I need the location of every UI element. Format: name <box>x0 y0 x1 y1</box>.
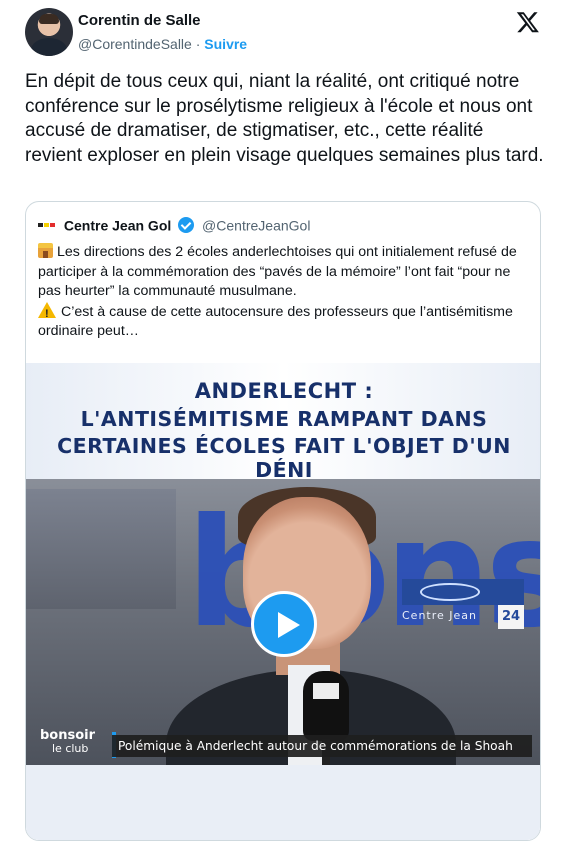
channel-badge: 24 <box>498 605 524 629</box>
show-brand-sub: le club <box>52 742 89 755</box>
verified-badge-icon <box>178 217 195 234</box>
tweet-text: En dépit de tous ceux qui, niant la réal… <box>25 71 544 166</box>
x-logo-icon[interactable] <box>515 10 541 34</box>
headline-line-3: CERTAINES ÉCOLES FAIT L'OBJET D'UN DÉNI <box>57 434 511 482</box>
tweet: Corentin de Salle @CorentindeSalle · Sui… <box>0 0 565 841</box>
video-lower-area <box>26 765 540 840</box>
follow-button[interactable]: Suivre <box>204 36 247 52</box>
author-handle[interactable]: @CorentindeSalle <box>78 36 192 52</box>
quoted-header: Centre Jean Gol @CentreJeanGol <box>38 216 310 236</box>
headline-line-1: ANDERLECHT : <box>194 379 374 403</box>
video-headline-banner: ANDERLECHT : L'ANTISÉMITISME RAMPANT DAN… <box>26 363 540 482</box>
quoted-tweet[interactable]: Centre Jean Gol @CentreJeanGol Les direc… <box>25 201 541 841</box>
background-screen <box>26 489 176 609</box>
video-caption: Polémique à Anderlecht autour de commémo… <box>112 735 532 757</box>
face-logo-icon <box>420 583 480 601</box>
separator: · <box>195 36 201 52</box>
author-handle-line: @CorentindeSalle · Suivre <box>78 36 247 52</box>
show-brand-name: bonsoir <box>40 728 96 743</box>
microphone <box>303 671 349 741</box>
avatar[interactable] <box>25 8 73 56</box>
quoted-author-handle[interactable]: @CentreJeanGol <box>202 217 310 233</box>
headline-line-2: L'ANTISÉMITISME RAMPANT DANS <box>80 407 488 431</box>
channel-label: Centre Jean <box>402 609 478 622</box>
mic-badge <box>313 683 339 699</box>
show-brand: bonsoir le club <box>40 729 95 755</box>
quoted-text-line2: C’est à cause de cette autocensure des p… <box>38 303 513 340</box>
author-name[interactable]: Corentin de Salle <box>78 12 201 29</box>
warning-emoji-icon <box>38 301 56 324</box>
quoted-text-line1: Les directions des 2 écoles anderlechtoi… <box>38 244 517 299</box>
flag-icon <box>38 219 56 231</box>
quoted-text: Les directions des 2 écoles anderlechtoi… <box>38 243 534 342</box>
play-icon[interactable] <box>251 591 317 657</box>
quoted-author-name[interactable]: Centre Jean Gol <box>64 217 171 233</box>
video-player[interactable]: ANDERLECHT : L'ANTISÉMITISME RAMPANT DAN… <box>26 363 540 840</box>
channel-logo: Centre Jean 24 <box>402 579 524 631</box>
school-emoji-icon <box>38 243 53 258</box>
